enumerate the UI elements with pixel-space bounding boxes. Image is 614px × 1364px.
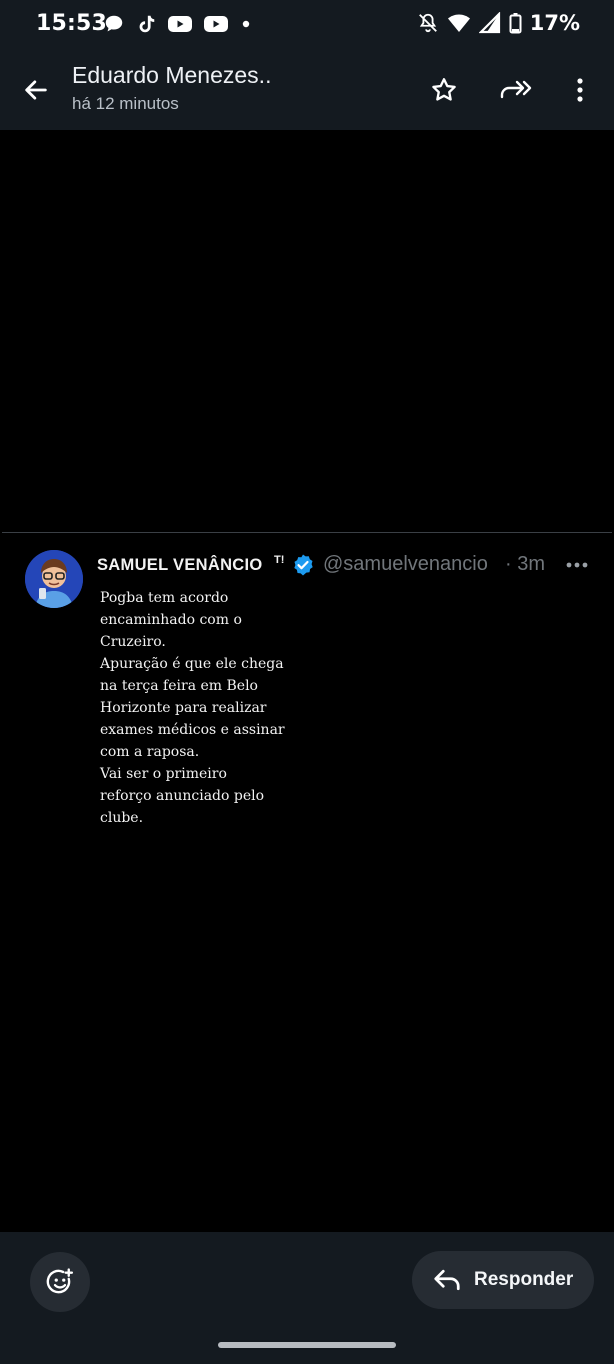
wifi-icon — [447, 14, 470, 32]
more-horiz-icon — [566, 562, 588, 568]
reply-label: Responder — [474, 1269, 574, 1290]
home-indicator[interactable] — [218, 1342, 396, 1348]
post-text: Pogba tem acordo encaminhado com o Cruze… — [100, 587, 290, 829]
more-options-button[interactable] — [558, 68, 602, 112]
media-viewer[interactable] — [0, 130, 614, 1230]
status-time: 15:53 — [36, 11, 108, 36]
verified-badge-icon — [294, 554, 313, 576]
bottom-bar: Responder — [0, 1232, 614, 1364]
battery-level: 17% — [529, 11, 580, 35]
reply-icon — [434, 1269, 460, 1291]
signal-icon — [478, 12, 500, 34]
add-reaction-icon — [46, 1268, 74, 1294]
chat-bubble-icon — [105, 15, 123, 32]
mute-icon — [418, 13, 437, 33]
system-icons: 17% — [417, 11, 580, 35]
star-button[interactable] — [422, 68, 466, 112]
react-emoji-button[interactable] — [30, 1252, 90, 1312]
post-time: · 3m — [505, 553, 545, 575]
reply-button[interactable]: Responder — [412, 1251, 594, 1309]
notification-icons — [103, 13, 253, 35]
app-bar: Eduardo Menezes.. há 12 minutos — [0, 50, 614, 131]
youtube-icon — [168, 16, 192, 32]
chat-title: Eduardo Menezes.. — [72, 62, 272, 88]
star-icon — [432, 78, 456, 101]
forward-button[interactable] — [494, 68, 538, 112]
chat-subtitle: há 12 minutos — [72, 94, 179, 113]
post-divider — [2, 532, 612, 533]
avatar — [25, 550, 83, 608]
post-handle: @samuelvenancio — [323, 553, 488, 575]
post-author: SAMUEL VENÂNCIO — [97, 556, 263, 574]
arrow-back-icon — [25, 80, 47, 100]
post-text-body: Pogba tem acordo encaminhado com o Cruze… — [100, 590, 285, 826]
more-vert-icon — [577, 78, 583, 102]
tiktok-icon — [139, 15, 155, 33]
back-button[interactable] — [16, 70, 56, 110]
youtube-icon — [204, 16, 228, 32]
status-bar: 15:53 17% — [0, 0, 614, 50]
dot-icon — [242, 20, 250, 28]
avatar-cartoon-icon — [25, 550, 83, 608]
post-author-suffix: T! — [274, 554, 285, 566]
forward-icon — [500, 80, 532, 99]
battery-icon — [509, 13, 522, 34]
